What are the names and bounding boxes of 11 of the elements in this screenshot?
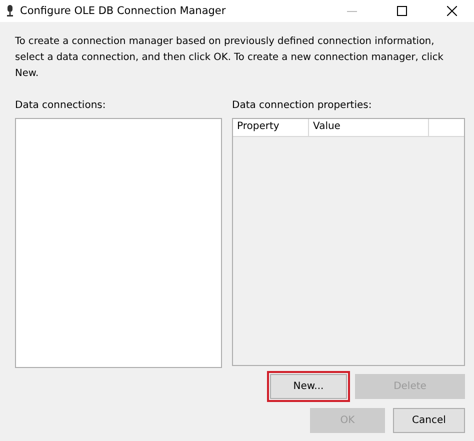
properties-label: Data connection properties:: [232, 100, 373, 113]
column-header[interactable]: Property: [233, 119, 309, 136]
dialog-button[interactable]: New...: [270, 374, 347, 399]
column-header[interactable]: Value: [309, 119, 429, 136]
window-title: Configure OLE DB Connection Manager: [20, 5, 227, 17]
data-connections-label: Data connections:: [15, 100, 107, 113]
instructions-text: To create a connection manager based on previously defined connection information, select a data connection, and then click OK. To create a new connection manager, click New.: [15, 35, 444, 81]
dialog-button[interactable]: Cancel: [393, 408, 465, 433]
close-icon[interactable]: [447, 6, 457, 16]
microphone-icon: [6, 5, 14, 17]
maximize-icon[interactable]: [397, 6, 407, 16]
